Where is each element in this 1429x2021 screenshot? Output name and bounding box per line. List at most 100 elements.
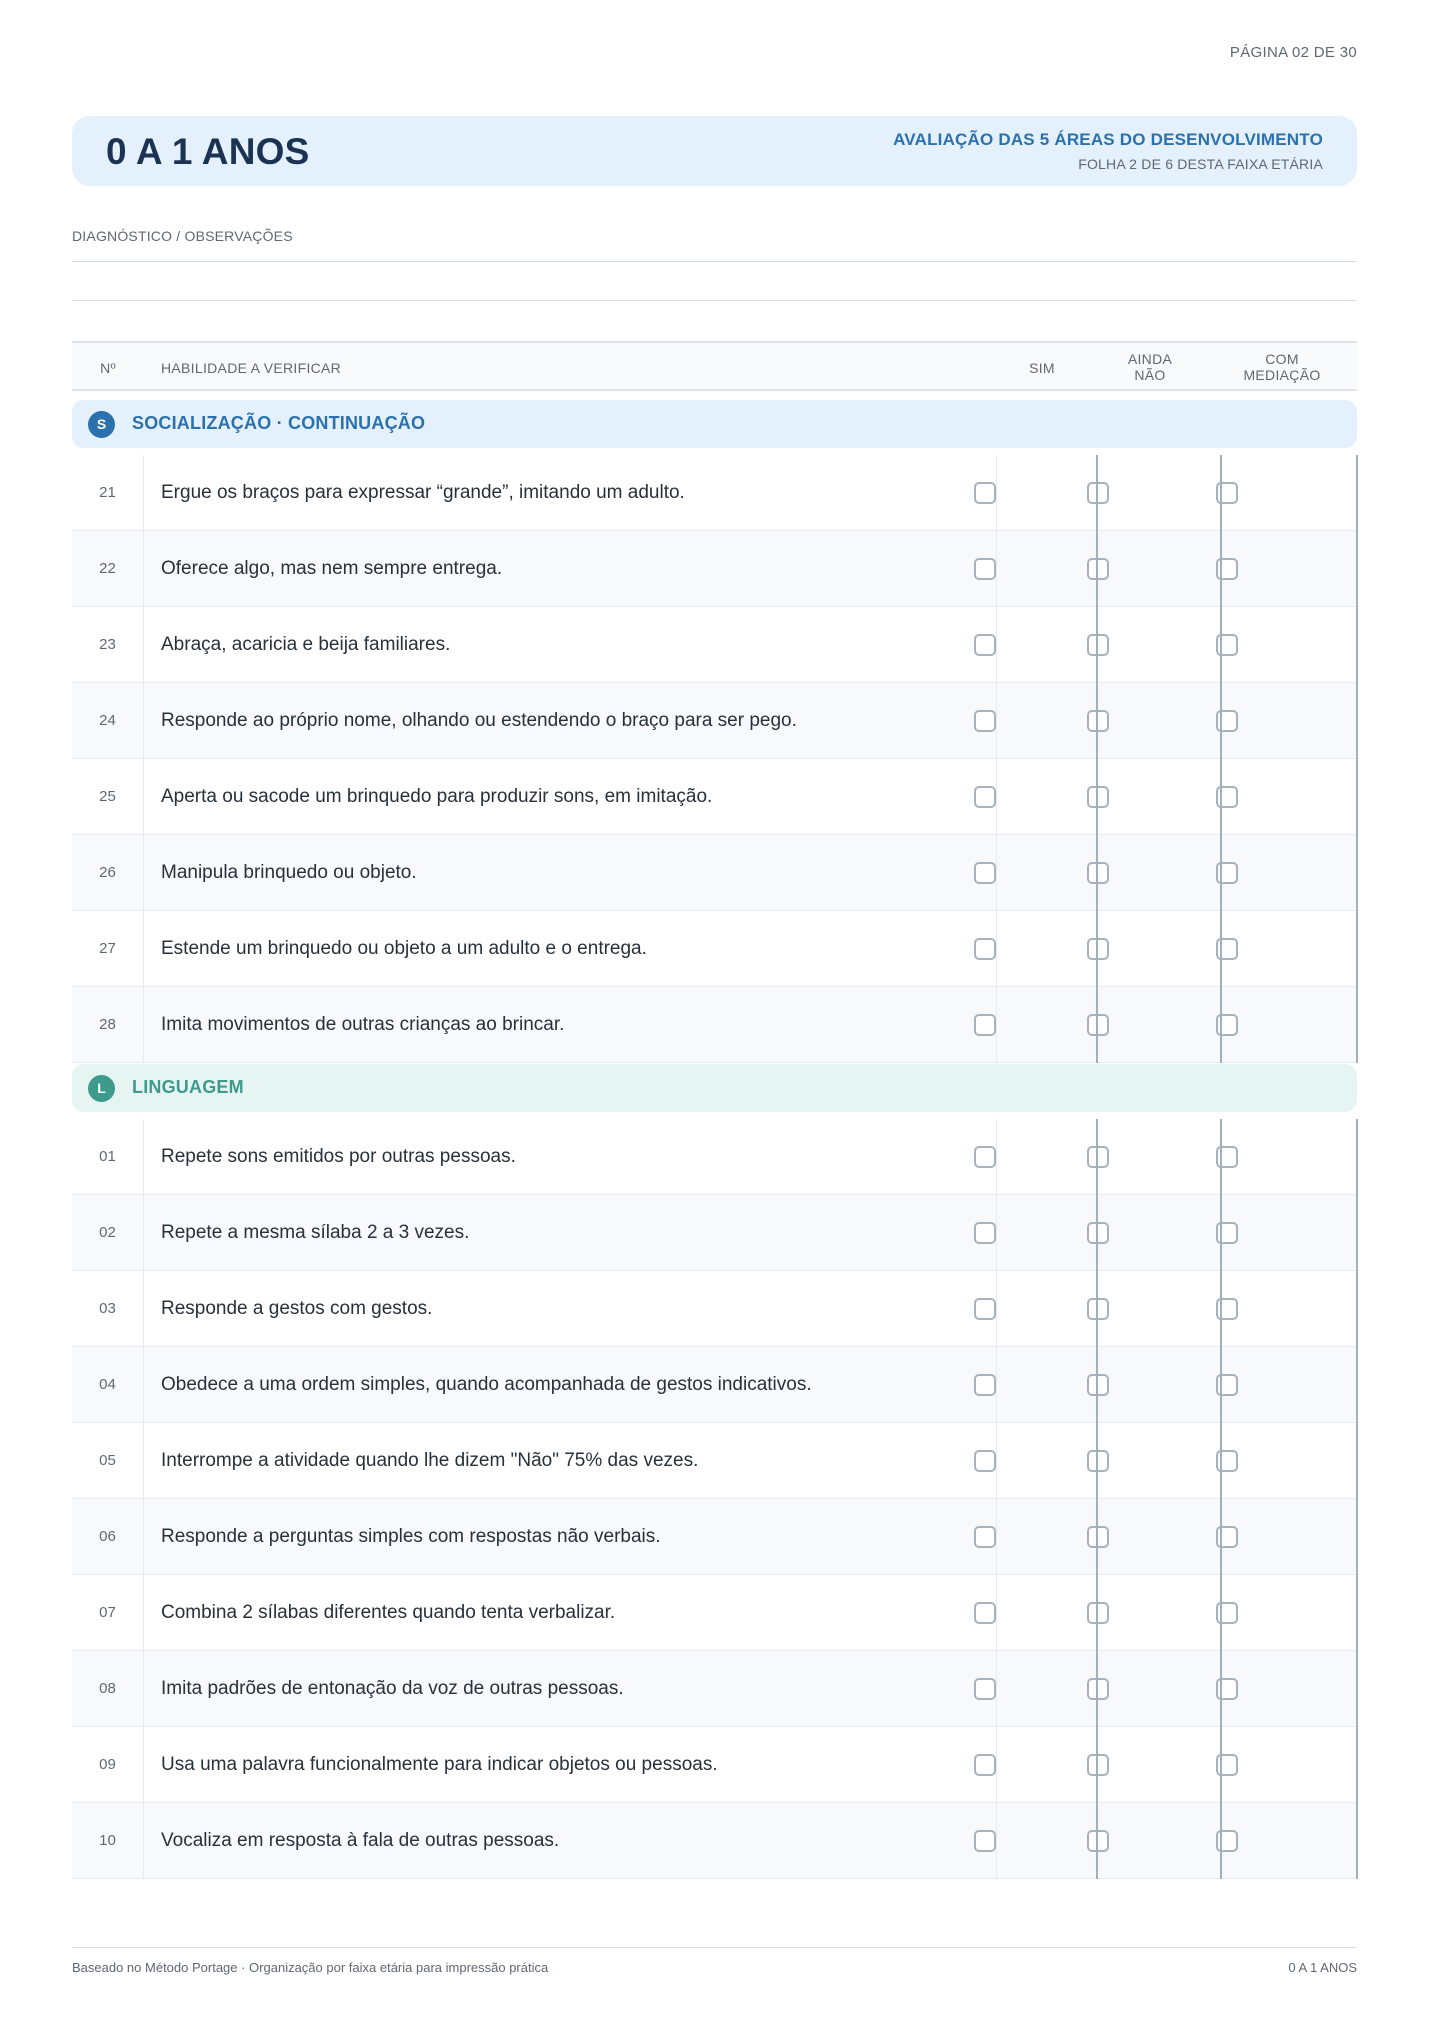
item-number: 28 [72,987,144,1063]
item-number: 27 [72,911,144,987]
item-number: 23 [72,607,144,683]
sheet-indicator: FOLHA 2 DE 6 DESTA FAIXA ETÁRIA [1078,156,1323,172]
checkbox-yes[interactable] [974,1146,996,1168]
section-badge: L [88,1075,115,1102]
checkbox-not-yet[interactable] [1087,710,1109,732]
checkbox-not-yet[interactable] [1087,1014,1109,1036]
section-title: SOCIALIZAÇÃO · CONTINUAÇÃO [132,413,426,433]
checkbox-not-yet[interactable] [1087,1602,1109,1624]
checkbox-yes[interactable] [974,1830,996,1852]
column-divider [1220,1119,1222,1879]
checkbox-yes[interactable] [974,1450,996,1472]
diagnostics-line-1[interactable] [72,261,1357,262]
column-divider [1356,1119,1358,1879]
item-skill-text: Responde a perguntas simples com respost… [161,1526,661,1547]
checkbox-yes[interactable] [974,1014,996,1036]
column-divider [1096,455,1098,1063]
header-info: AVALIAÇÃO DAS 5 ÁREAS DO DESENVOLVIMENTO… [893,130,1323,172]
table-header: Nº HABILIDADE A VERIFICAR SIM AINDA NÃO … [72,341,1357,391]
checkbox-not-yet[interactable] [1087,938,1109,960]
checkbox-yes[interactable] [974,862,996,884]
checkbox-not-yet[interactable] [1087,1222,1109,1244]
diagnostics-label: DIAGNÓSTICO / OBSERVAÇÕES [72,228,293,244]
item-skill-text: Interrompe a atividade quando lhe dizem … [161,1450,699,1471]
checkbox-not-yet[interactable] [1087,1450,1109,1472]
header-mediation-line-1: COM [1265,351,1299,367]
table-row: 09 Usa uma palavra funcionalmente para in… [72,1727,1357,1803]
checkbox-yes[interactable] [974,786,996,808]
checkbox-not-yet[interactable] [1087,1146,1109,1168]
checkbox-yes[interactable] [974,1374,996,1396]
checkbox-yes[interactable] [974,1298,996,1320]
checkbox-not-yet[interactable] [1087,482,1109,504]
column-divider [1220,455,1222,1063]
checkbox-not-yet[interactable] [1087,1374,1109,1396]
checkbox-not-yet[interactable] [1087,1754,1109,1776]
item-skill-text: Responde ao próprio nome, olhando ou est… [161,710,797,731]
table-row: 10 Vocaliza em resposta à fala de outras … [72,1803,1357,1879]
column-divider [1096,1119,1098,1879]
item-skill-text: Estende um brinquedo ou objeto a um adul… [161,938,647,959]
table-row: 08 Imita padrões de entonação da voz de o… [72,1651,1357,1727]
column-divider [996,1119,997,1879]
checkbox-not-yet[interactable] [1087,1678,1109,1700]
checkbox-not-yet[interactable] [1087,1526,1109,1548]
item-skill-text: Imita padrões de entonação da voz de out… [161,1678,624,1699]
checkbox-yes[interactable] [974,1754,996,1776]
item-skill-text: Obedece a uma ordem simples, quando acom… [161,1374,812,1395]
item-skill-text: Responde a gestos com gestos. [161,1298,433,1319]
checkbox-not-yet[interactable] [1087,786,1109,808]
checkbox-yes[interactable] [974,482,996,504]
header-yes: SIM [1029,360,1055,376]
item-skill-text: Oferece algo, mas nem sempre entrega. [161,558,503,579]
header-not-yet-line-2: NÃO [1134,367,1166,383]
item-number: 24 [72,683,144,759]
checkbox-yes[interactable] [974,710,996,732]
item-skill-text: Ergue os braços para expressar “grande”,… [161,482,685,503]
footer-divider [72,1947,1357,1948]
column-divider [1356,455,1358,1063]
checkbox-yes[interactable] [974,634,996,656]
checkbox-yes[interactable] [974,558,996,580]
table-row: 23 Abraça, acaricia e beija familiares. [72,607,1357,683]
table-row: 01 Repete sons emitidos por outras pessoa… [72,1119,1357,1195]
diagnostics-line-2[interactable] [72,300,1357,301]
table-row: 02 Repete a mesma sílaba 2 a 3 vezes. [72,1195,1357,1271]
header-with-mediation: COM MEDIAÇÃO [1222,351,1342,383]
item-number: 26 [72,835,144,911]
item-skill-text: Vocaliza em resposta à fala de outras pe… [161,1830,560,1851]
checkbox-not-yet[interactable] [1087,558,1109,580]
table-row: 07 Combina 2 sílabas diferentes quando te… [72,1575,1357,1651]
item-number: 08 [72,1651,144,1727]
table-row: 03 Responde a gestos com gestos. [72,1271,1357,1347]
checkbox-yes[interactable] [974,1222,996,1244]
column-divider [996,455,997,1063]
checkbox-yes[interactable] [974,938,996,960]
section-language: L LINGUAGEM [72,1064,1357,1112]
checkbox-yes[interactable] [974,1602,996,1624]
item-number: 03 [72,1271,144,1347]
item-number: 22 [72,531,144,607]
item-number: 09 [72,1727,144,1803]
item-number: 04 [72,1347,144,1423]
table-row: 25 Aperta ou sacode um brinquedo para pro… [72,759,1357,835]
checkbox-not-yet[interactable] [1087,634,1109,656]
item-number: 07 [72,1575,144,1651]
checkbox-not-yet[interactable] [1087,1830,1109,1852]
header-band: 0 A 1 ANOS AVALIAÇÃO DAS 5 ÁREAS DO DESE… [72,116,1357,186]
age-range-title: 0 A 1 ANOS [106,131,310,172]
item-skill-text: Repete a mesma sílaba 2 a 3 vezes. [161,1222,470,1243]
checkbox-not-yet[interactable] [1087,1298,1109,1320]
table-row: 27 Estende um brinquedo ou objeto a um ad… [72,911,1357,987]
item-skill-text: Manipula brinquedo ou objeto. [161,862,417,883]
item-skill-text: Usa uma palavra funcionalmente para indi… [161,1754,718,1775]
table-row: 06 Responde a perguntas simples com respo… [72,1499,1357,1575]
item-number: 25 [72,759,144,835]
checkbox-not-yet[interactable] [1087,862,1109,884]
checkbox-yes[interactable] [974,1526,996,1548]
header-skill: HABILIDADE A VERIFICAR [161,360,342,376]
item-number: 01 [72,1119,144,1195]
checkbox-yes[interactable] [974,1678,996,1700]
footer-credit: Baseado no Método Portage · Organização … [72,1960,549,1975]
section-badge: S [88,411,115,438]
